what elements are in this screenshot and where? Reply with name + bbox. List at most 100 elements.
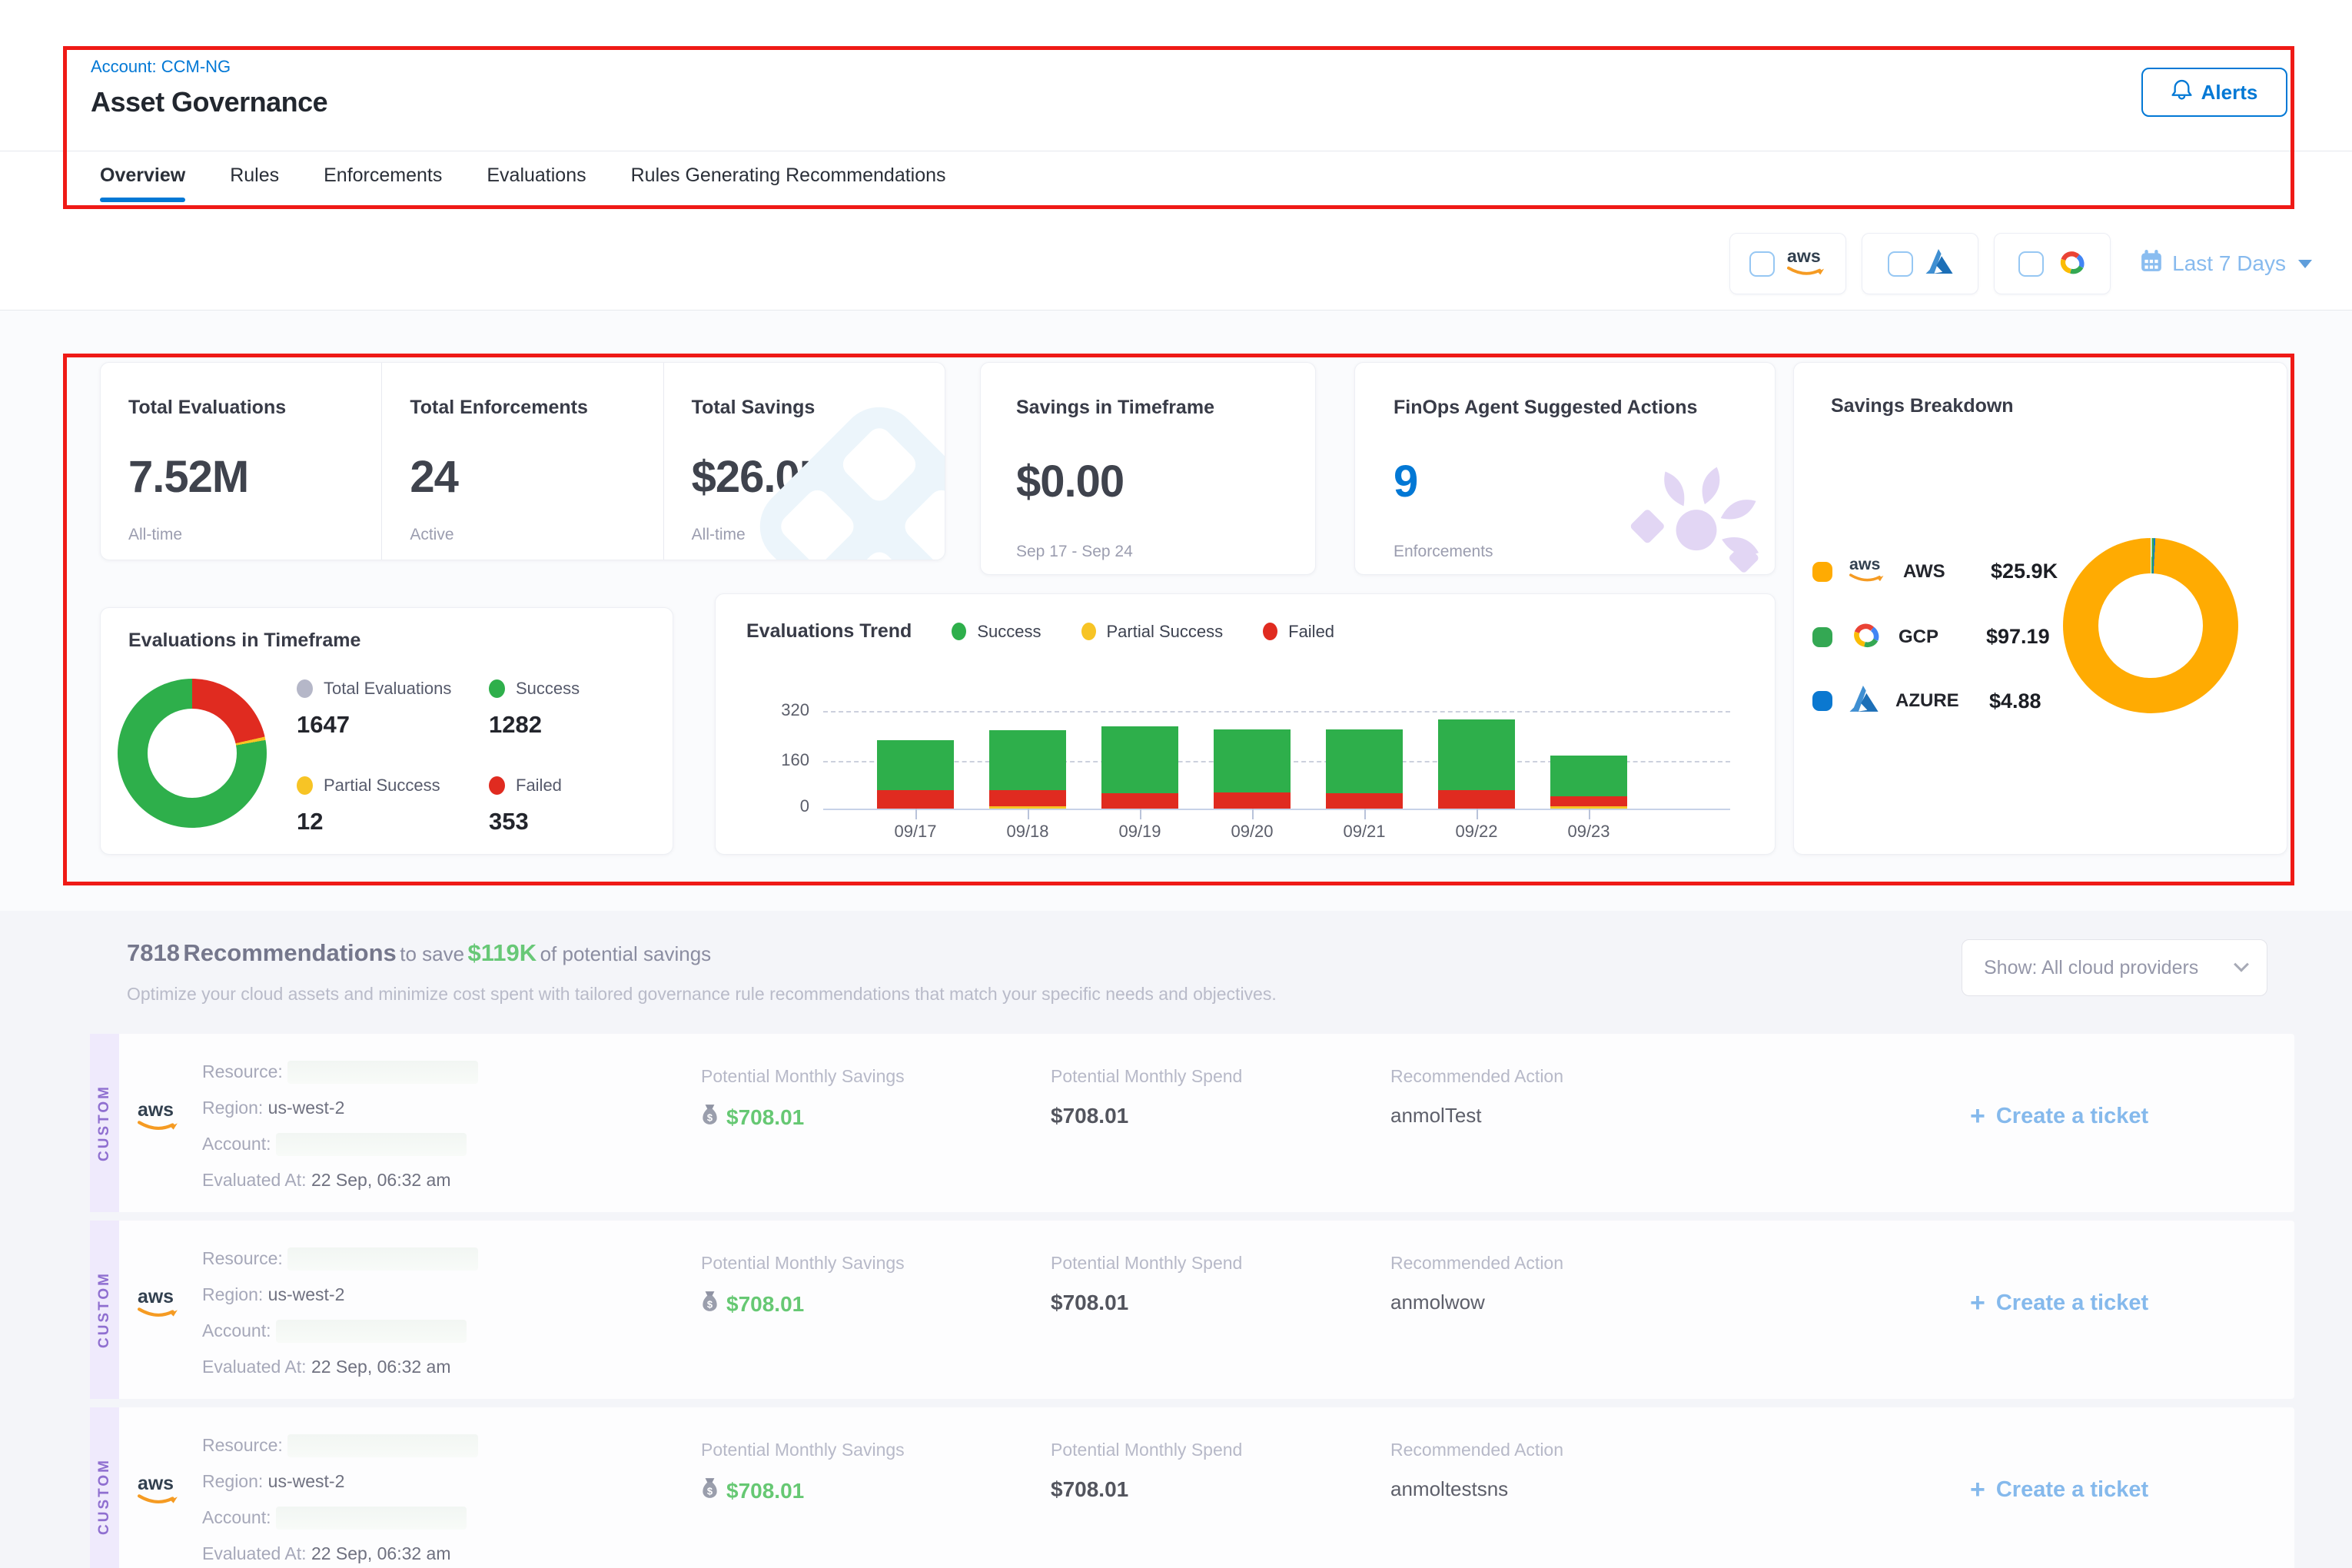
- recommendation-row[interactable]: CUSTOM Resource: Region: us-west-2 Accou…: [90, 1221, 2294, 1399]
- aws-icon: [138, 1287, 181, 1323]
- tab-rules[interactable]: Rules: [230, 164, 279, 214]
- resource-details: Resource: Region: us-west-2 Account: Eva…: [202, 1054, 478, 1198]
- legend-label: Success: [516, 679, 580, 699]
- bar-segment: [1438, 790, 1515, 809]
- recommended-action: Recommended Action anmolTest: [1390, 1066, 1563, 1128]
- date-range-selector[interactable]: Last 7 Days: [2140, 250, 2312, 277]
- stat-label: Savings in Timeframe: [1016, 397, 1315, 419]
- total-dot-icon: [297, 679, 313, 698]
- bar-segment: [1101, 793, 1178, 809]
- trend-bar: [989, 730, 1066, 809]
- redacted-account-value: [276, 1133, 467, 1156]
- recommendations-subtitle: Optimize your cloud assets and minimize …: [127, 984, 1277, 1005]
- bar-segment: [877, 740, 954, 790]
- provider-amount: $4.88: [1989, 689, 2041, 713]
- provider-amount: $97.19: [1986, 625, 2050, 649]
- gcp-swatch: [1812, 627, 1832, 647]
- alerts-button[interactable]: Alerts: [2141, 68, 2287, 117]
- create-ticket-button[interactable]: + Create a ticket: [1970, 1101, 2148, 1131]
- bar-segment: [989, 730, 1066, 790]
- x-axis-label: 09/19: [1094, 822, 1186, 842]
- total-enforcements-stat: Total Enforcements 24 Active: [381, 363, 663, 560]
- filter-card-aws[interactable]: [1729, 233, 1846, 294]
- chevron-down-icon: [2234, 957, 2249, 972]
- gcp-checkbox[interactable]: [2018, 251, 2044, 277]
- potential-savings-amount: $119K: [468, 939, 537, 966]
- stat-sublabel: All-time: [692, 526, 746, 544]
- recommendation-row[interactable]: CUSTOM Resource: Region: us-west-2 Accou…: [90, 1407, 2294, 1568]
- donut-hole: [2098, 573, 2203, 678]
- aws-checkbox[interactable]: [1749, 251, 1775, 277]
- potential-monthly-spend: Potential Monthly Spend $708.01: [1051, 1066, 1242, 1128]
- legend-item-azure: AZURE $4.88: [1812, 686, 2041, 716]
- total-evaluations-stat: Total Evaluations 7.52M All-time: [101, 363, 381, 560]
- card-title: Evaluations in Timeframe: [128, 630, 673, 652]
- bar-segment: [1326, 793, 1403, 809]
- x-axis-label: 09/17: [869, 822, 962, 842]
- resource-details: Resource: Region: us-west-2 Account: Eva…: [202, 1241, 478, 1385]
- legend-total-evaluations: Total Evaluations 1647: [297, 679, 451, 739]
- aws-icon: [1787, 247, 1827, 281]
- stat-sublabel: All-time: [128, 526, 182, 544]
- stat-label: Total Enforcements: [410, 397, 663, 419]
- legend-value: 1282: [489, 711, 580, 739]
- azure-checkbox[interactable]: [1888, 251, 1913, 277]
- aws-icon: [138, 1473, 181, 1510]
- breadcrumb-account-link[interactable]: Account: CCM-NG: [91, 57, 231, 77]
- create-ticket-button[interactable]: + Create a ticket: [1970, 1288, 2148, 1318]
- tab-enforcements[interactable]: Enforcements: [324, 164, 442, 214]
- trend-bar: [1101, 726, 1178, 809]
- tab-bar: Overview Rules Enforcements Evaluations …: [100, 164, 946, 214]
- success-dot-icon: [489, 679, 505, 698]
- page-title: Asset Governance: [91, 86, 327, 118]
- redacted-account-value: [276, 1320, 467, 1343]
- x-axis-label: 09/23: [1543, 822, 1635, 842]
- aws-icon: [1849, 555, 1886, 588]
- stat-label: Total Evaluations: [128, 397, 381, 419]
- select-value: Show: All cloud providers: [1984, 957, 2198, 979]
- provider-name: AWS: [1903, 561, 1974, 583]
- x-axis-label: 09/20: [1206, 822, 1298, 842]
- bar-segment: [1101, 726, 1178, 793]
- trend-plot: 09/1709/1809/1909/2009/2109/2209/23: [716, 594, 1776, 855]
- x-tick: [915, 809, 917, 819]
- recommendations-count: 7818: [127, 939, 180, 966]
- failed-dot-icon: [489, 776, 505, 795]
- plus-icon: +: [1970, 1288, 1985, 1318]
- potential-monthly-spend: Potential Monthly Spend $708.01: [1051, 1440, 1242, 1502]
- tab-rules-generating-recommendations[interactable]: Rules Generating Recommendations: [631, 164, 946, 214]
- x-axis-label: 09/21: [1318, 822, 1410, 842]
- stat-value: $0.00: [1016, 456, 1315, 507]
- x-tick: [1589, 809, 1590, 819]
- tab-overview[interactable]: Overview: [100, 164, 185, 214]
- trend-bar: [1326, 729, 1403, 809]
- bar-segment: [1326, 729, 1403, 793]
- savings-breakdown-card: Savings Breakdown AWS $25.9K GCP $97.19 …: [1793, 362, 2287, 855]
- provider-name: AZURE: [1895, 690, 1972, 712]
- legend-item-gcp: GCP $97.19: [1812, 621, 2050, 653]
- filter-card-gcp[interactable]: [1994, 233, 2111, 294]
- tab-evaluations[interactable]: Evaluations: [487, 164, 586, 214]
- legend-value: 353: [489, 808, 562, 835]
- recommendation-row[interactable]: CUSTOM Resource: Region: us-west-2 Accou…: [90, 1034, 2294, 1212]
- money-bag-icon: [701, 1104, 719, 1131]
- date-range-label: Last 7 Days: [2172, 251, 2286, 276]
- legend-label: Failed: [516, 776, 562, 796]
- provider-name: GCP: [1899, 626, 1969, 648]
- create-ticket-button[interactable]: + Create a ticket: [1970, 1475, 2148, 1505]
- bar-segment: [1214, 792, 1291, 809]
- filter-card-azure[interactable]: [1862, 233, 1978, 294]
- potential-monthly-savings: Potential Monthly Savings $708.01: [701, 1440, 905, 1504]
- recommended-action: Recommended Action anmoltestsns: [1390, 1440, 1563, 1501]
- stat-sublabel: Active: [410, 526, 453, 544]
- bar-segment: [1214, 729, 1291, 792]
- legend-label: Partial Success: [324, 776, 440, 796]
- savings-in-timeframe-card: Savings in Timeframe $0.00 Sep 17 - Sep …: [980, 362, 1316, 575]
- heading-tail: of potential savings: [540, 942, 712, 965]
- heading-mid: to save: [400, 942, 464, 965]
- bar-segment: [989, 790, 1066, 806]
- x-axis-label: 09/22: [1430, 822, 1523, 842]
- cloud-provider-filter-select[interactable]: Show: All cloud providers: [1962, 939, 2267, 996]
- x-tick: [1028, 809, 1029, 819]
- bar-segment: [1550, 796, 1627, 806]
